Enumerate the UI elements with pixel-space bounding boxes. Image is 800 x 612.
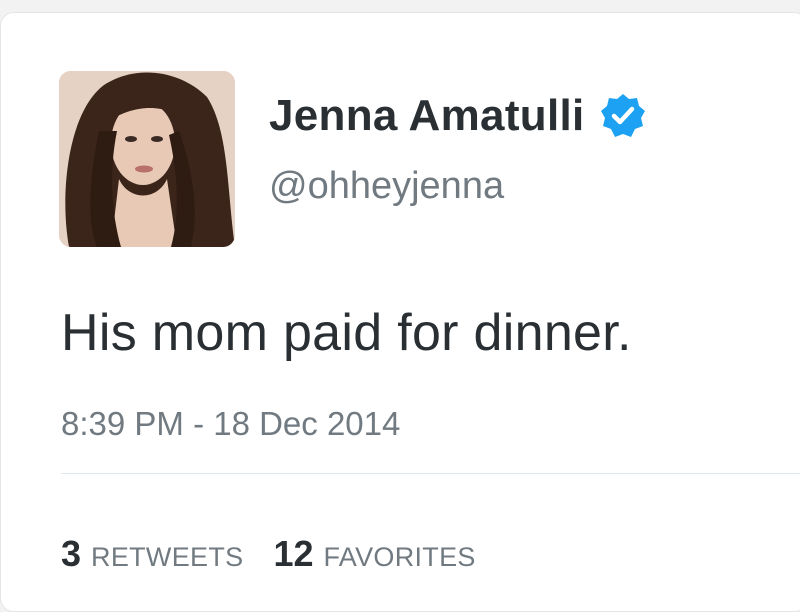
retweets-count: 3 [61,533,82,574]
avatar-photo [59,71,235,247]
tweet-timestamp[interactable]: 8:39 PM - 18 Dec 2014 [61,405,400,443]
retweets-stat[interactable]: 3 RETWEETS [61,533,243,575]
avatar[interactable] [59,71,235,247]
favorites-label: FAVORITES [323,542,476,572]
tweet-stats: 3 RETWEETS 12 FAVORITES [61,533,476,575]
display-name[interactable]: Jenna Amatulli [269,91,585,141]
favorites-stat[interactable]: 12 FAVORITES [273,533,475,575]
author-name-row: Jenna Amatulli [269,91,647,141]
user-handle[interactable]: @ohheyjenna [269,165,504,208]
verified-badge-icon [599,92,647,140]
tweet-text: His mom paid for dinner. [61,304,632,362]
divider [61,473,800,474]
tweet-card: Jenna Amatulli @ohheyjenna His mom paid … [0,12,800,612]
favorites-count: 12 [273,533,314,574]
retweets-label: RETWEETS [91,542,244,572]
